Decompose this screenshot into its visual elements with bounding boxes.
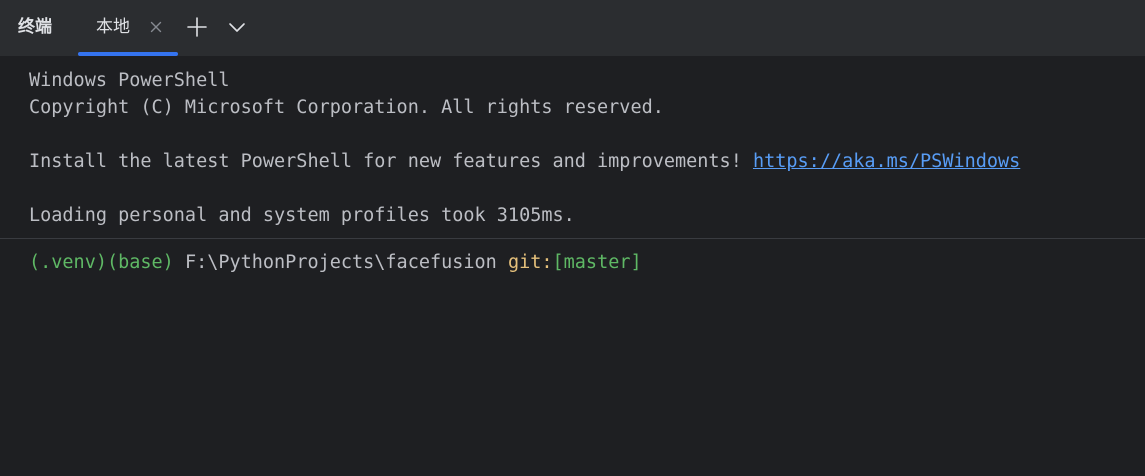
close-icon[interactable] <box>148 19 164 35</box>
terminal-tabbar: 终端 本地 <box>0 0 1145 56</box>
output-line: Install the latest PowerShell for new fe… <box>29 150 1020 174</box>
prompt-git-branch: [master] <box>552 252 642 273</box>
panel-title: 终端 <box>18 17 52 37</box>
output-line: Loading personal and system profiles too… <box>29 205 575 226</box>
plus-icon[interactable] <box>186 16 208 38</box>
chevron-down-icon[interactable] <box>226 16 248 38</box>
terminal-window: 终端 本地 Windows PowerShell Copyright (C) M… <box>0 0 1145 476</box>
prompt-env: (.venv)(base) <box>29 252 174 273</box>
terminal-output[interactable]: Windows PowerShell Copyright (C) Microso… <box>0 56 1145 476</box>
tab-label: 本地 <box>96 17 130 37</box>
prompt-path: F:\PythonProjects\facefusion <box>184 252 497 273</box>
tab-local[interactable]: 本地 <box>78 0 178 56</box>
prompt-git-label: git: <box>507 252 553 273</box>
output-text: Install the latest PowerShell for new fe… <box>29 151 753 172</box>
powershell-link[interactable]: https://aka.ms/PSWindows <box>753 151 1020 172</box>
command-prompt[interactable]: (.venv)(base) F:\PythonProjects\facefusi… <box>29 251 642 275</box>
output-line: Copyright (C) Microsoft Corporation. All… <box>29 97 664 118</box>
divider <box>0 238 1145 239</box>
output-line: Windows PowerShell <box>29 70 230 91</box>
